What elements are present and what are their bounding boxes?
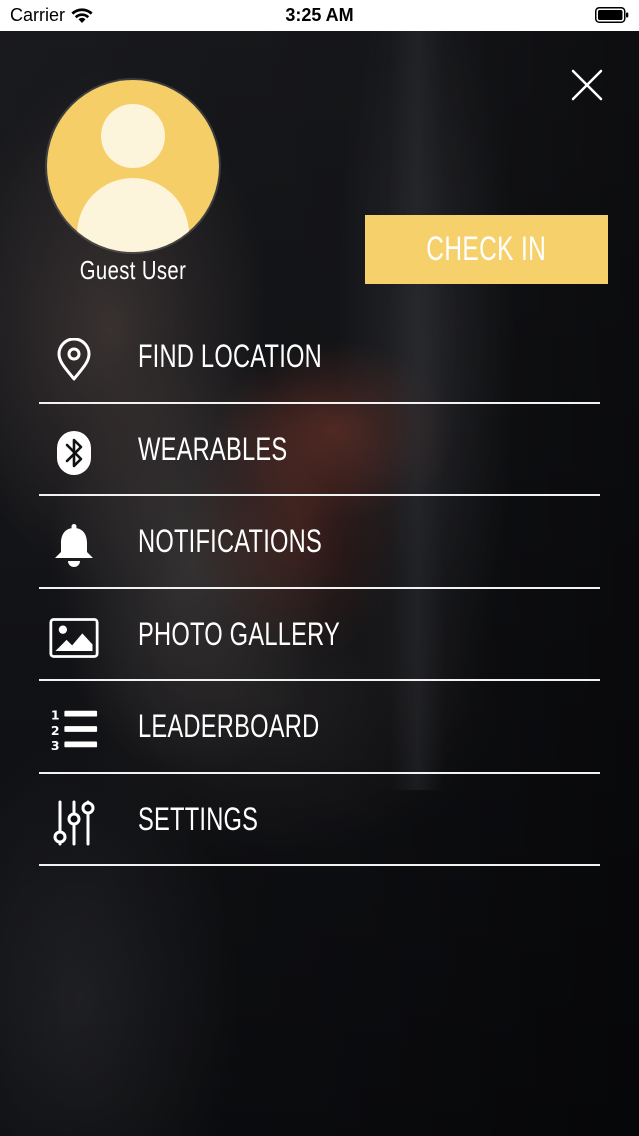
svg-text:3: 3 (51, 738, 60, 753)
menu-item-leaderboard[interactable]: 1 2 3 LEADERBOARD (39, 681, 600, 774)
status-bar: Carrier 3:25 AM (0, 0, 639, 31)
default-avatar-icon-head (101, 104, 165, 168)
menu-item-label: LEADERBOARD (138, 708, 320, 744)
photo-icon (49, 613, 99, 663)
user-name: Guest User (79, 255, 187, 285)
check-in-label: CHECK IN (426, 230, 547, 268)
menu-item-settings[interactable]: SETTINGS (39, 774, 600, 866)
check-in-button[interactable]: CHECK IN (365, 215, 608, 284)
menu-item-photo-gallery[interactable]: PHOTO GALLERY (39, 589, 600, 681)
location-pin-icon (49, 335, 99, 385)
menu-item-notifications[interactable]: NOTIFICATIONS (39, 496, 600, 589)
bell-icon (49, 520, 99, 570)
menu-item-find-location[interactable]: FIND LOCATION (39, 311, 600, 404)
default-avatar-icon-body (77, 178, 189, 252)
menu-item-wearables[interactable]: WEARABLES (39, 404, 600, 496)
menu-item-label: WEARABLES (138, 430, 288, 467)
avatar[interactable] (47, 80, 219, 252)
menu-item-label: FIND LOCATION (138, 338, 323, 374)
side-menu: FIND LOCATION WEARABLES NOTIFICATIONS PH… (39, 311, 600, 866)
status-time: 3:25 AM (285, 5, 354, 25)
menu-item-label: NOTIFICATIONS (138, 523, 322, 559)
ranked-list-icon: 1 2 3 (49, 705, 99, 755)
menu-item-label: SETTINGS (138, 800, 259, 837)
sliders-icon (49, 798, 99, 848)
close-button[interactable] (568, 66, 606, 104)
battery-icon (595, 7, 629, 23)
close-icon (571, 69, 603, 101)
bluetooth-icon (49, 428, 99, 478)
svg-text:1: 1 (51, 707, 60, 722)
svg-text:2: 2 (51, 723, 60, 738)
side-menu-screen: Carrier 3:25 AM Guest User CHECK IN FIND… (0, 0, 639, 1136)
menu-item-label: PHOTO GALLERY (138, 615, 341, 652)
